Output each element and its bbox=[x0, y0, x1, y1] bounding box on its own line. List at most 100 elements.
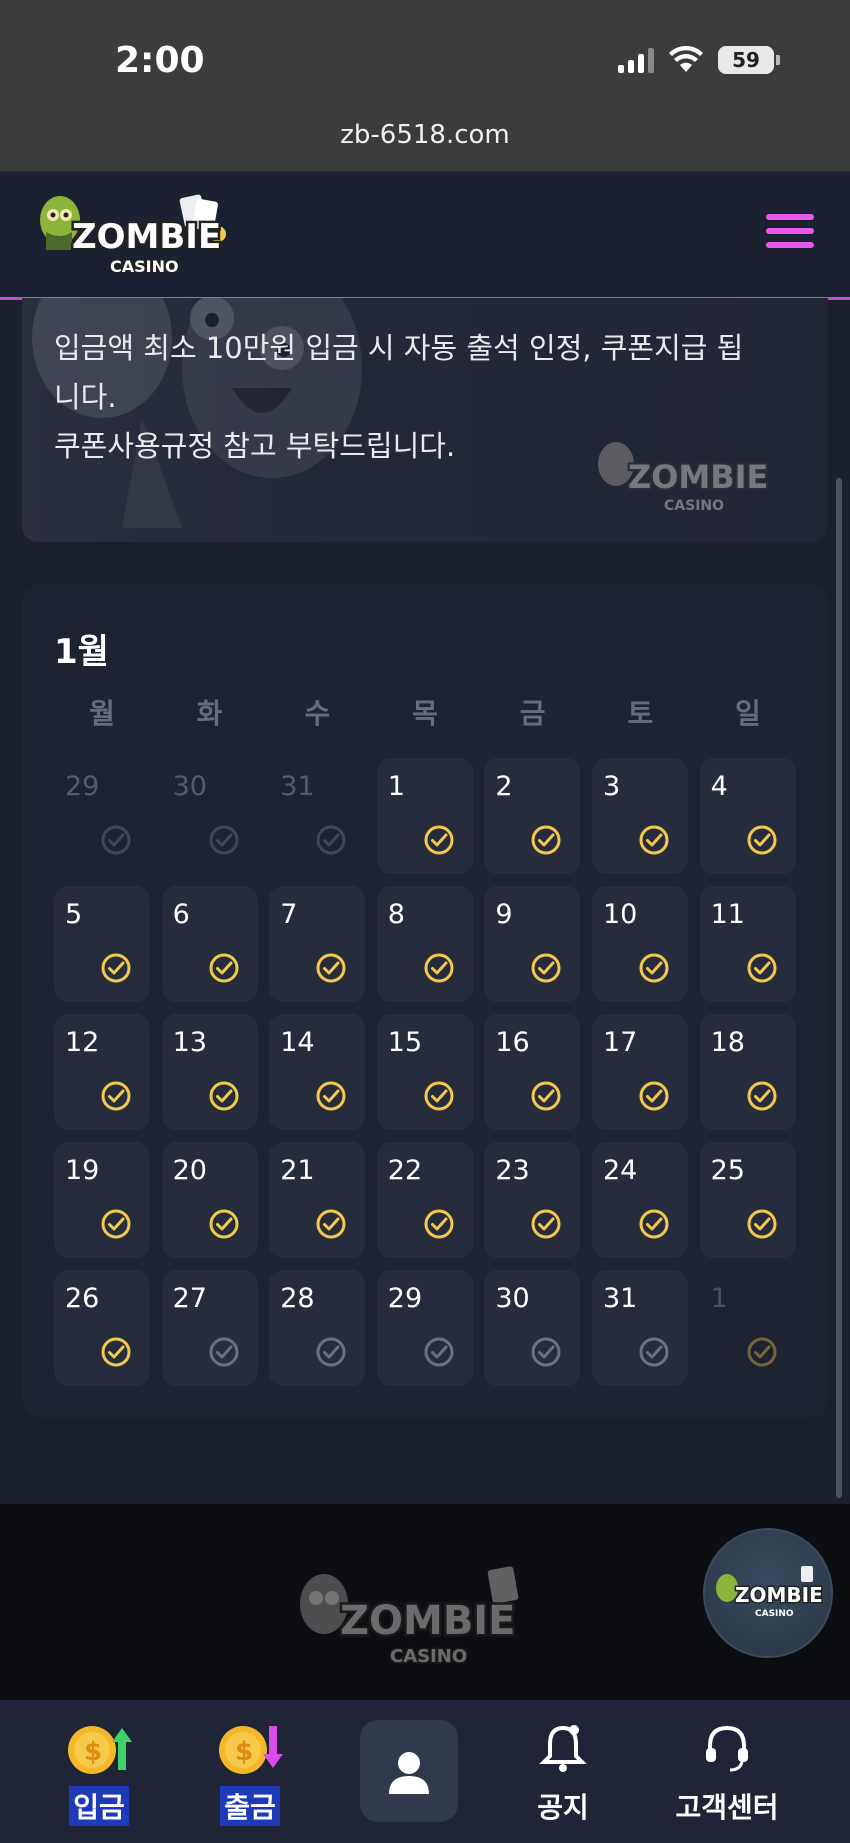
check-circle-icon-checked bbox=[747, 1209, 777, 1239]
nav-withdraw-label: 출금 bbox=[220, 1786, 280, 1826]
calendar-day[interactable]: 27 bbox=[161, 1270, 258, 1386]
weekday-label: 화 bbox=[196, 697, 223, 730]
calendar-day[interactable]: 31 bbox=[591, 1270, 688, 1386]
check-circle-icon bbox=[209, 1337, 239, 1367]
calendar-day-number: 1 bbox=[387, 771, 405, 802]
nav-support[interactable]: 고객센터 bbox=[662, 1718, 792, 1826]
footer-logo-subtext: CASINO bbox=[390, 1646, 467, 1667]
battery-tip bbox=[776, 55, 780, 65]
calendar-day[interactable]: 16 bbox=[484, 1014, 581, 1130]
floating-logo-button[interactable]: ZOMBIE CASINO bbox=[703, 1528, 833, 1658]
calendar-day-number: 11 bbox=[710, 899, 745, 930]
calendar-day-number: 25 bbox=[710, 1155, 745, 1186]
footer-zombie-casino-logo: ZOMBIE CASINO bbox=[300, 1566, 519, 1669]
hamburger-menu-button[interactable] bbox=[766, 214, 814, 254]
calendar-day[interactable]: 21 bbox=[269, 1142, 366, 1258]
cellular-signal-icon bbox=[618, 47, 654, 73]
calendar-day[interactable]: 10 bbox=[591, 886, 688, 1002]
profile-button[interactable] bbox=[360, 1720, 458, 1822]
notice-line-1: 입금액 최소 10만원 입금 시 자동 출석 인정, 쿠폰지급 됩 bbox=[54, 331, 744, 365]
calendar-day[interactable]: 2 bbox=[484, 758, 581, 874]
calendar-day-number: 31 bbox=[602, 1283, 638, 1314]
status-bar: 2:00 59 bbox=[0, 0, 850, 120]
calendar-day: 1 bbox=[700, 1270, 796, 1386]
nav-notice[interactable]: 공지 bbox=[498, 1718, 628, 1826]
site-header: ZOMBIE CASINO bbox=[0, 172, 850, 300]
calendar-day[interactable]: 17 bbox=[591, 1014, 688, 1130]
calendar-month-title: 1월 bbox=[54, 632, 109, 672]
calendar-day[interactable]: 12 bbox=[54, 1014, 150, 1130]
check-circle-icon bbox=[101, 825, 131, 855]
weekday-header: 월 화 수 목 금 토 일 bbox=[54, 692, 796, 732]
check-circle-icon-checked bbox=[101, 1337, 131, 1367]
calendar-day[interactable]: 19 bbox=[54, 1142, 150, 1258]
status-time: 2:00 bbox=[115, 40, 205, 81]
calendar-day-number: 24 bbox=[602, 1155, 638, 1186]
calendar-day[interactable]: 13 bbox=[161, 1014, 258, 1130]
calendar-day[interactable]: 5 bbox=[54, 886, 150, 1002]
calendar-day: 29 bbox=[54, 758, 150, 874]
logo-subtext: CASINO bbox=[110, 257, 179, 276]
floating-zombie-logo: ZOMBIE CASINO bbox=[716, 1566, 824, 1619]
calendar-day[interactable]: 9 bbox=[484, 886, 581, 1002]
url-text: zb-6518.com bbox=[340, 120, 510, 150]
check-circle-icon-checked bbox=[209, 1081, 239, 1111]
nav-support-label: 고객센터 bbox=[675, 1791, 779, 1824]
calendar-day-number: 15 bbox=[387, 1027, 423, 1058]
calendar-day[interactable]: 28 bbox=[269, 1270, 366, 1386]
scrollbar[interactable] bbox=[836, 478, 842, 1498]
calendar-day[interactable]: 30 bbox=[484, 1270, 581, 1386]
calendar-day[interactable]: 4 bbox=[699, 758, 796, 874]
wifi-icon bbox=[669, 46, 703, 72]
calendar-day-number: 3 bbox=[602, 771, 621, 802]
calendar-day-number: 26 bbox=[65, 1283, 100, 1314]
check-circle-icon-checked bbox=[747, 1081, 777, 1111]
url-bar[interactable]: zb-6518.com bbox=[0, 120, 850, 172]
check-circle-icon-checked bbox=[639, 825, 669, 855]
check-circle-icon bbox=[316, 825, 346, 855]
check-circle-icon-checked bbox=[101, 1081, 131, 1111]
calendar-day-number: 5 bbox=[65, 899, 83, 930]
calendar-day[interactable]: 8 bbox=[376, 886, 473, 1002]
calendar-day[interactable]: 18 bbox=[699, 1014, 796, 1130]
nav-deposit[interactable]: $ 입금 bbox=[34, 1718, 164, 1826]
calendar-day[interactable]: 23 bbox=[484, 1142, 581, 1258]
calendar-day[interactable]: 25 bbox=[699, 1142, 796, 1258]
calendar-day-number: 27 bbox=[172, 1283, 207, 1314]
calendar-day: 30 bbox=[162, 758, 258, 874]
calendar-day[interactable]: 20 bbox=[161, 1142, 258, 1258]
calendar-day[interactable]: 3 bbox=[591, 758, 688, 874]
coin-up-arrow-icon: $ bbox=[68, 1726, 132, 1774]
calendar-day-number: 22 bbox=[387, 1155, 423, 1186]
check-circle-icon-checked bbox=[531, 1209, 561, 1239]
zombie-casino-logo[interactable]: ZOMBIE CASINO bbox=[32, 190, 247, 282]
bell-icon bbox=[539, 1725, 587, 1772]
calendar-day-number: 2 bbox=[495, 771, 513, 802]
check-circle-icon-checked bbox=[316, 1081, 346, 1111]
calendar-day[interactable]: 15 bbox=[376, 1014, 473, 1130]
calendar-day[interactable]: 6 bbox=[161, 886, 258, 1002]
calendar-day[interactable]: 1 bbox=[376, 758, 473, 874]
nav-withdraw[interactable]: $ 출금 bbox=[185, 1718, 315, 1826]
calendar-day[interactable]: 7 bbox=[269, 886, 366, 1002]
calendar-day-number: 18 bbox=[710, 1027, 745, 1058]
check-circle-icon bbox=[316, 1337, 346, 1367]
zombie-casino-watermark-logo: ZOMBIE CASINO bbox=[598, 442, 770, 514]
check-circle-icon-checked bbox=[209, 953, 239, 983]
calendar-day-number: 13 bbox=[172, 1027, 207, 1058]
calendar-day-number: 20 bbox=[172, 1155, 207, 1186]
user-icon bbox=[389, 1752, 429, 1794]
calendar-day-number: 12 bbox=[65, 1027, 100, 1058]
calendar-day[interactable]: 14 bbox=[269, 1014, 366, 1130]
check-circle-icon bbox=[747, 1337, 777, 1367]
check-circle-icon-checked bbox=[101, 953, 131, 983]
check-circle-icon-checked bbox=[531, 825, 561, 855]
calendar-day[interactable]: 26 bbox=[54, 1270, 150, 1386]
logo-text: ZOMBIE bbox=[72, 217, 221, 257]
check-circle-icon-checked bbox=[639, 953, 669, 983]
calendar-day[interactable]: 29 bbox=[376, 1270, 473, 1386]
calendar-day[interactable]: 24 bbox=[591, 1142, 688, 1258]
calendar-day[interactable]: 11 bbox=[699, 886, 796, 1002]
calendar-day[interactable]: 22 bbox=[376, 1142, 473, 1258]
check-circle-icon-checked bbox=[424, 1209, 454, 1239]
